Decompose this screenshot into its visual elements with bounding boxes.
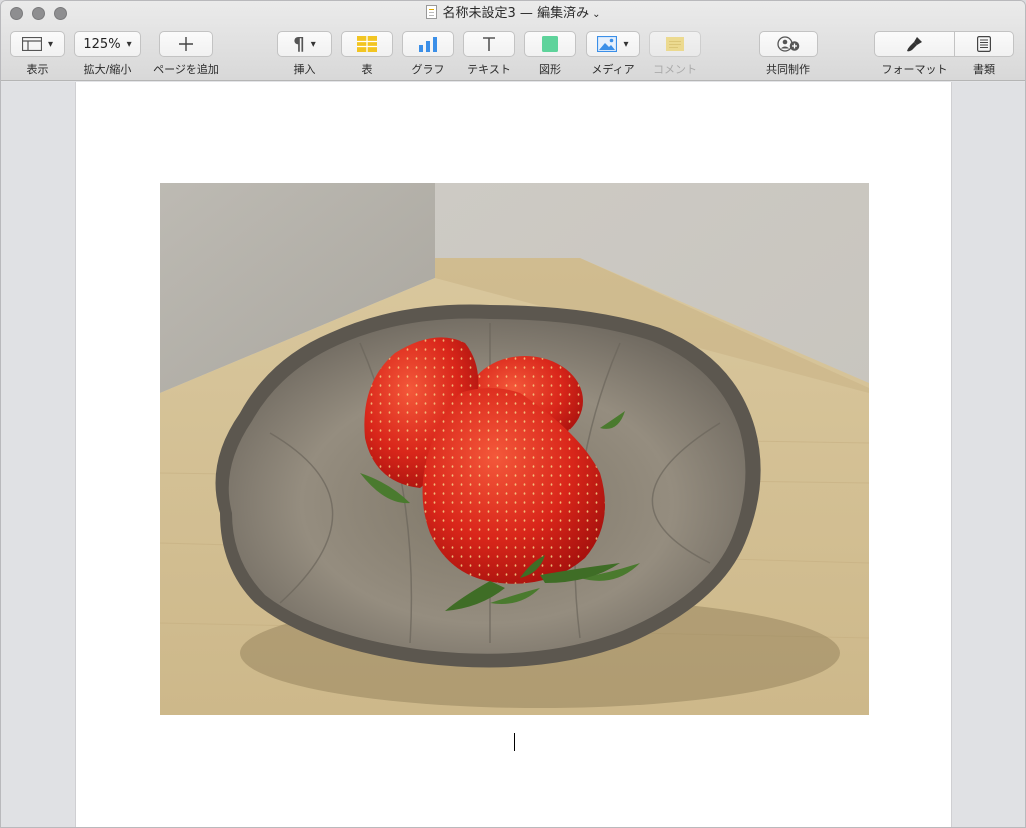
chevron-down-icon: ▾ [623, 38, 629, 50]
strawberries-photo[interactable] [160, 183, 869, 715]
comment-label: コメント [653, 63, 697, 76]
paintbrush-icon [906, 36, 924, 52]
square-shape-icon [542, 36, 558, 52]
format-label: フォーマット [881, 63, 948, 76]
text-box-icon [481, 36, 497, 52]
document-button[interactable] [954, 31, 1014, 57]
document-lines-icon [977, 36, 991, 52]
zoom-select[interactable]: 125% ▾ [74, 31, 141, 57]
zoom-label: 拡大/縮小 [83, 63, 132, 76]
document-page[interactable] [75, 82, 952, 827]
chevron-down-icon: ▾ [310, 38, 316, 50]
window-title[interactable]: 名称未設定3 — 編集済み ⌄ [1, 5, 1025, 24]
chart-label: グラフ [411, 63, 445, 76]
insert-label: 挿入 [293, 63, 316, 76]
window-title-text: 名称未設定3 — 編集済み [442, 6, 590, 21]
sidebar-layout-icon [21, 37, 42, 51]
text-label: テキスト [467, 63, 511, 76]
bar-chart-icon [418, 36, 438, 52]
format-button[interactable] [874, 31, 955, 57]
pilcrow-icon: ¶ [293, 33, 305, 55]
table-icon [357, 36, 377, 52]
add-page-button[interactable] [159, 31, 213, 57]
table-label: 表 [361, 63, 373, 76]
add-person-icon [776, 36, 801, 52]
add-page-label: ページを追加 [153, 63, 219, 76]
media-button[interactable]: ▾ [586, 31, 640, 57]
insert-button[interactable]: ¶ ▾ [277, 31, 332, 57]
chevron-down-icon: ▾ [47, 38, 54, 50]
photo-icon [597, 36, 618, 52]
document-canvas[interactable] [1, 82, 1025, 827]
plus-icon [178, 36, 194, 52]
pages-window: 名称未設定3 — 編集済み ⌄ ▾ 表示 125% ▾ 拡大/縮小 ページを追加 … [0, 0, 1026, 828]
chevron-down-icon: ▾ [126, 38, 132, 50]
chart-button[interactable] [402, 31, 454, 57]
table-button[interactable] [341, 31, 393, 57]
chevron-down-icon: ⌄ [592, 9, 601, 20]
media-label: メディア [591, 63, 635, 76]
text-insertion-cursor [514, 733, 515, 751]
text-button[interactable] [463, 31, 515, 57]
title-bar: 名称未設定3 — 編集済み ⌄ ▾ 表示 125% ▾ 拡大/縮小 ページを追加 … [1, 1, 1025, 81]
view-label: 表示 [26, 63, 49, 76]
comment-note-icon [666, 37, 684, 51]
comment-button[interactable] [649, 31, 701, 57]
shape-label: 図形 [539, 63, 561, 76]
collaborate-label: 共同制作 [766, 63, 810, 76]
zoom-value: 125% [83, 36, 121, 52]
document-icon [425, 5, 437, 19]
view-button[interactable]: ▾ [10, 31, 65, 57]
shape-button[interactable] [524, 31, 576, 57]
collaborate-button[interactable] [759, 31, 818, 57]
document-label: 書類 [973, 63, 995, 76]
